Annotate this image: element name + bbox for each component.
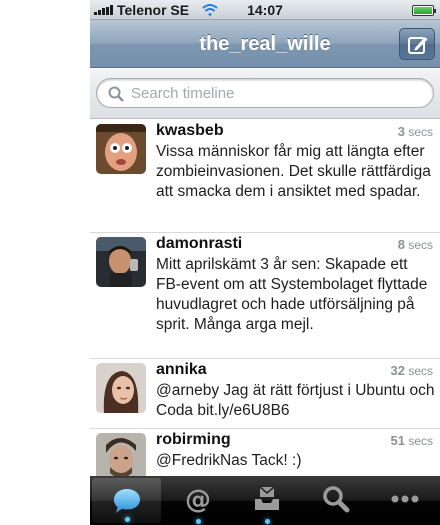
tab-mentions[interactable]: @: [163, 476, 232, 525]
tweet-row[interactable]: kwasbeb 3 secs Vissa människor får mig a…: [90, 120, 440, 233]
tweet-text: @arneby Jag ät rätt förtjust i Ubuntu oc…: [156, 382, 435, 419]
tab-messages[interactable]: [232, 476, 301, 525]
inbox-tray-icon: [255, 486, 279, 510]
account-title: the_real_wille: [199, 33, 331, 55]
search-timeline-input[interactable]: Search timeline: [96, 78, 434, 108]
search-placeholder: Search timeline: [131, 85, 235, 102]
search-bar: Search timeline: [90, 69, 440, 119]
at-icon: @: [185, 485, 211, 515]
tab-timeline[interactable]: [92, 478, 162, 523]
more-dots-icon: [391, 495, 419, 503]
compose-icon: [408, 37, 428, 54]
tweet-row[interactable]: robirming 51 secs @FredrikNas Tack! :): [90, 429, 440, 476]
speech-bubble-icon: [113, 489, 140, 513]
tweet-text: Mitt aprilskämt 3 år sen: Skapade ett FB…: [156, 256, 428, 333]
clock: 14:07: [247, 2, 283, 18]
navigation-bar: the_real_wille: [90, 20, 440, 68]
avatar-robirming[interactable]: [96, 433, 146, 476]
tweet-timestamp: 32 secs: [390, 363, 434, 378]
compose-tweet-button[interactable]: [399, 28, 435, 60]
tweet-text: Vissa människor får mig att längta efter…: [156, 143, 431, 200]
tweet-row[interactable]: damonrasti 8 secs Mitt aprilskämt 3 år s…: [90, 233, 440, 359]
svg-text:@: @: [185, 485, 211, 515]
search-icon: [108, 86, 124, 102]
tweet-username[interactable]: annika: [156, 361, 207, 379]
phone-screen: Telenor SE 14:07 the_real_wille Search t…: [90, 0, 440, 525]
tweet-username[interactable]: kwasbeb: [156, 122, 224, 140]
tweet-timestamp: 51 secs: [390, 433, 434, 448]
tweet-timestamp: 3 secs: [397, 124, 433, 139]
tab-bar: @: [90, 476, 440, 525]
unread-indicator: [265, 519, 270, 524]
magnifier-icon: [323, 486, 350, 513]
tweet-text: @FredrikNas Tack! :): [156, 452, 302, 469]
tweet-row[interactable]: annika 32 secs @arneby Jag ät rätt förtj…: [90, 359, 440, 429]
avatar-kwasbeb[interactable]: [96, 124, 146, 174]
tab-search[interactable]: [302, 476, 371, 525]
tweet-timeline[interactable]: kwasbeb 3 secs Vissa människor får mig a…: [90, 120, 440, 476]
active-indicator: [124, 517, 130, 522]
tab-more[interactable]: [371, 476, 440, 525]
unread-indicator: [195, 519, 201, 524]
avatar-annika[interactable]: [96, 363, 146, 413]
tweet-timestamp: 8 secs: [397, 237, 433, 252]
status-bar: Telenor SE 14:07: [90, 0, 440, 20]
battery-icon: [412, 5, 436, 16]
tweet-username[interactable]: damonrasti: [156, 235, 242, 253]
tweet-username[interactable]: robirming: [156, 431, 231, 449]
avatar-damonrasti[interactable]: [96, 237, 146, 287]
